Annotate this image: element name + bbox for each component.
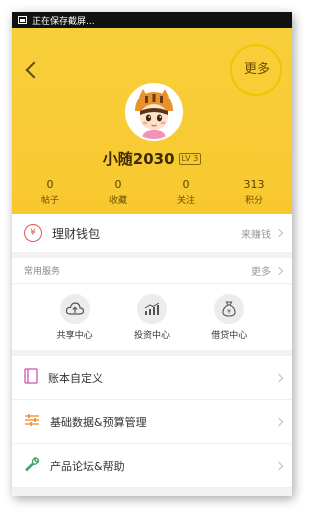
wallet-row[interactable]: ¥ 理财钱包 来赚钱 (12, 214, 292, 252)
stat-value: 0 (182, 178, 190, 191)
earn-money-text: 来赚钱 (241, 229, 271, 241)
service-loan-center[interactable]: ¥ 借贷中心 (201, 293, 257, 341)
chevron-right-icon (274, 417, 284, 426)
book-icon (24, 367, 38, 388)
service-investment-center[interactable]: 投资中心 (124, 293, 180, 341)
service-label: 共享中心 (56, 330, 93, 341)
yuan-icon: ¥ (24, 224, 42, 242)
stat-points[interactable]: 313 积分 (222, 178, 286, 206)
stat-posts[interactable]: 0 帖子 (18, 178, 82, 206)
status-text: 正在保存截屏... (32, 16, 95, 27)
service-label: 借贷中心 (211, 330, 248, 341)
chevron-right-icon (274, 266, 284, 275)
status-bar: 正在保存截屏... (12, 12, 292, 28)
menu-label: 账本自定义 (48, 371, 103, 385)
level-badge: LV 3 (178, 152, 202, 165)
services-more-label: 更多 (251, 267, 271, 278)
services-grid: 共享中心 投资中心 ¥ 借贷中心 (12, 284, 292, 350)
username-row: 小随2030 LV 3 (12, 148, 292, 169)
settings-menu: 账本自定义 基础数据&预算管理 产品论坛&帮助 (12, 356, 292, 488)
stat-label: 收藏 (108, 196, 127, 206)
more-button[interactable]: 更多 (244, 58, 270, 77)
chart-icon (136, 293, 167, 324)
services-header: 常用服务 更多 (12, 258, 292, 284)
stat-value: 0 (46, 178, 54, 191)
chevron-right-icon (274, 461, 284, 470)
money-bag-icon: ¥ (214, 293, 245, 324)
stat-favorites[interactable]: 0 收藏 (86, 178, 150, 206)
back-arrow-icon[interactable] (25, 61, 43, 79)
stat-value: 313 (243, 178, 265, 191)
wrench-icon (24, 456, 40, 476)
menu-item-data-budget[interactable]: 基础数据&预算管理 (12, 400, 292, 444)
avatar[interactable] (125, 83, 183, 141)
stat-value: 0 (114, 178, 122, 191)
common-services: 常用服务 更多 共享中心 投资中心 ¥ 借贷中心 (12, 258, 292, 350)
avatar-illustration (127, 85, 181, 139)
menu-right (274, 400, 284, 443)
phone-screen: 正在保存截屏... 更多 小随2030 LV 3 0 帖子 0 收藏 0 关注 … (12, 12, 292, 496)
services-title: 常用服务 (24, 267, 61, 277)
stat-following[interactable]: 0 关注 (154, 178, 218, 206)
chevron-right-icon (274, 228, 284, 238)
service-label: 投资中心 (133, 330, 170, 341)
menu-right (274, 444, 284, 487)
screenshot-icon (18, 16, 27, 24)
stat-label: 帖子 (40, 196, 59, 206)
menu-right (274, 356, 284, 399)
profile-header: 更多 小随2030 LV 3 0 帖子 0 收藏 0 关注 313 积分 (12, 28, 292, 214)
sliders-icon (24, 412, 40, 431)
chevron-right-icon (274, 373, 284, 382)
stat-label: 关注 (176, 196, 195, 206)
stat-label: 积分 (244, 196, 263, 206)
menu-item-ledger-custom[interactable]: 账本自定义 (12, 356, 292, 400)
username: 小随2030 (102, 150, 175, 168)
stats-row: 0 帖子 0 收藏 0 关注 313 积分 (12, 178, 292, 206)
services-more[interactable]: 更多 (251, 258, 284, 283)
menu-label: 基础数据&预算管理 (50, 415, 147, 429)
svg-text:¥: ¥ (227, 308, 231, 315)
wallet-label: 理财钱包 (52, 226, 101, 241)
service-share-center[interactable]: 共享中心 (47, 293, 103, 341)
cloud-upload-icon (59, 293, 90, 324)
wallet-right: 来赚钱 (241, 214, 284, 252)
menu-label: 产品论坛&帮助 (50, 459, 125, 473)
menu-item-forum-help[interactable]: 产品论坛&帮助 (12, 444, 292, 488)
